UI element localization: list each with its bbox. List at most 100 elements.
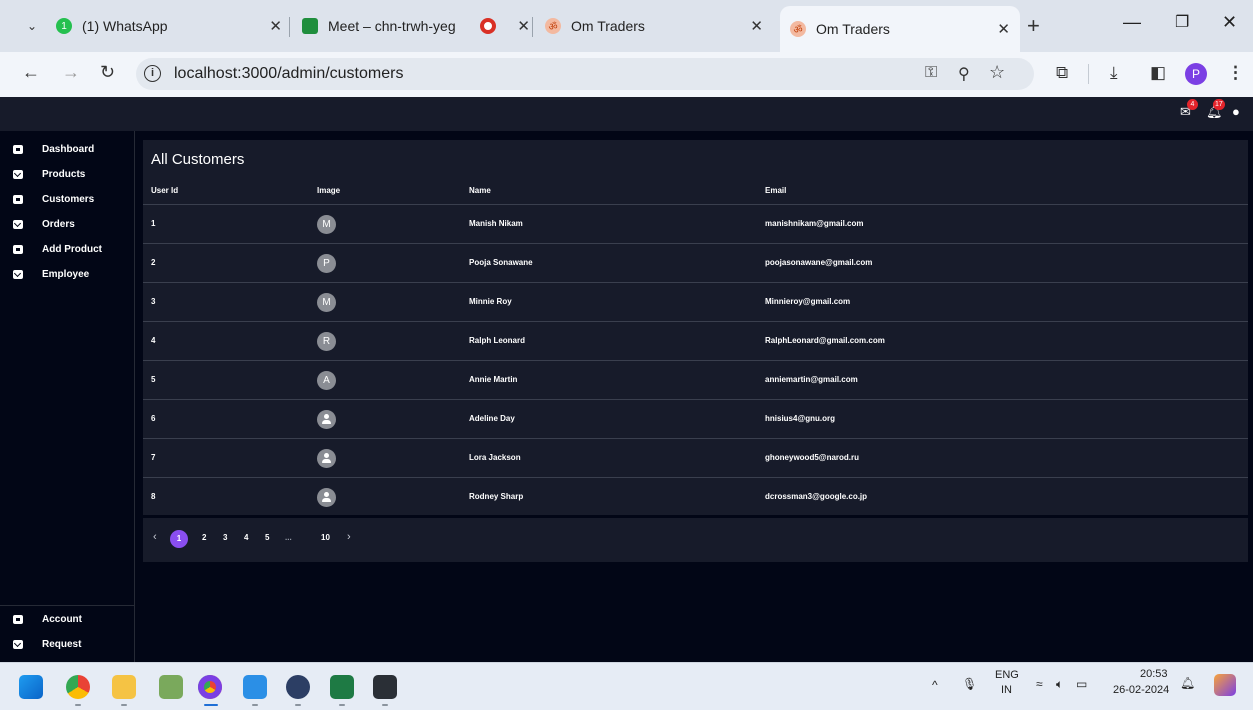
terminal-icon[interactable] — [373, 675, 397, 699]
clock-time[interactable]: 20:53 — [1140, 668, 1168, 680]
sidebar: Dashboard Products Customers Orders Add … — [0, 131, 135, 662]
back-icon[interactable]: ← — [22, 62, 40, 83]
inbox-icon — [13, 194, 23, 204]
table-row[interactable]: 2 P Pooja Sonawane poojasonawane@gmail.c… — [143, 243, 1248, 282]
page-button[interactable]: 3 — [223, 533, 227, 542]
name-cell: Ralph Leonard — [469, 336, 526, 345]
page-button[interactable]: 5 — [265, 533, 269, 542]
user-id-cell: 4 — [151, 336, 156, 345]
table-row[interactable]: 5 A Annie Martin anniemartin@gmail.com — [143, 360, 1248, 399]
sidebar-item-label: Products — [42, 168, 86, 180]
avatar: M — [317, 215, 336, 234]
close-window-icon[interactable]: ✕ — [1222, 12, 1237, 33]
email-cell: poojasonawane@gmail.com — [765, 258, 873, 267]
close-tab-icon[interactable]: ✕ — [750, 17, 763, 35]
prev-page-button[interactable]: ‹ — [153, 531, 157, 543]
browser-toolbar: ← → ↻ i localhost:3000/admin/customers ⚿… — [0, 52, 1253, 97]
name-cell: Annie Martin — [469, 375, 518, 384]
close-tab-icon[interactable]: ✕ — [997, 20, 1010, 38]
language-top[interactable]: ENG — [995, 669, 1019, 681]
inbox-icon — [13, 144, 23, 154]
new-tab-icon[interactable]: + — [1027, 13, 1040, 39]
photos-icon[interactable] — [159, 675, 183, 699]
sidebar-item-add-product[interactable]: Add Product — [0, 239, 134, 259]
table-row[interactable]: 7 Lora Jackson ghoneywood5@narod.ru — [143, 438, 1248, 477]
sidebar-item-request[interactable]: Request — [0, 634, 134, 654]
notification-icon[interactable]: 🔔︎ — [1180, 676, 1195, 690]
running-indicator — [339, 704, 345, 706]
table-row[interactable]: 8 Rodney Sharp dcrossman3@google.co.jp — [143, 477, 1248, 516]
page-button-current[interactable]: 1 — [170, 530, 188, 548]
table-row[interactable]: 3 M Minnie Roy Minnieroy@gmail.com — [143, 282, 1248, 321]
name-cell: Pooja Sonawane — [469, 258, 533, 267]
sidebar-item-customers[interactable]: Customers — [0, 189, 134, 209]
vscode-icon[interactable] — [243, 675, 267, 699]
copilot-icon[interactable] — [1214, 674, 1236, 696]
om-icon: ॐ — [545, 18, 561, 34]
running-indicator — [75, 704, 81, 706]
chrome-icon[interactable] — [66, 675, 90, 699]
column-header-user-id[interactable]: User Id — [151, 186, 178, 195]
address-bar[interactable]: i localhost:3000/admin/customers ⚿ ⚲ ☆ — [136, 58, 1034, 90]
sidebar-item-account[interactable]: Account — [0, 609, 134, 629]
volume-icon[interactable]: 🔈︎ — [1056, 677, 1063, 692]
wifi-icon[interactable]: ≈ — [1036, 677, 1043, 691]
tab-meet[interactable]: Meet – chn-trwh-yeg — [302, 8, 472, 44]
eclipse-icon[interactable] — [286, 675, 310, 699]
sidebar-item-products[interactable]: Products — [0, 164, 134, 184]
side-panel-icon[interactable]: ◧ — [1150, 63, 1166, 83]
language-bottom[interactable]: IN — [1001, 684, 1012, 696]
chrome-profile-icon[interactable] — [198, 675, 222, 699]
tab-title: Meet – chn-trwh-yeg — [328, 18, 456, 34]
customers-panel: All Customers User Id Image Name Email 1… — [143, 140, 1248, 515]
name-cell: Rodney Sharp — [469, 492, 524, 501]
tab-om-traders[interactable]: ॐ Om Traders ✕ — [545, 8, 773, 44]
sidebar-item-employee[interactable]: Employee — [0, 264, 134, 284]
page-button-last[interactable]: 10 — [321, 533, 330, 542]
page-button[interactable]: 2 — [202, 533, 206, 542]
forward-icon[interactable]: → — [62, 62, 80, 83]
mail-icon[interactable]: ✉ 4 — [1180, 99, 1198, 119]
minimize-icon[interactable]: — — [1123, 12, 1141, 33]
tab-separator — [289, 17, 290, 37]
extensions-icon[interactable]: ⧉ — [1056, 63, 1068, 83]
close-tab-icon[interactable]: ✕ — [269, 17, 282, 35]
table-row[interactable]: 6 Adeline Day hnisius4@gnu.org — [143, 399, 1248, 438]
user-id-cell: 7 — [151, 453, 156, 462]
tab-search-chevron-icon[interactable]: ⌄ — [22, 16, 42, 36]
page-button[interactable]: 4 — [244, 533, 248, 542]
zoom-icon[interactable]: ⚲ — [958, 64, 970, 84]
battery-icon[interactable]: ▭ — [1076, 677, 1087, 691]
table-row[interactable]: 4 R Ralph Leonard RalphLeonard@gmail.com… — [143, 321, 1248, 360]
tab-whatsapp[interactable]: 1 (1) WhatsApp ✕ — [56, 8, 292, 44]
notification-bell-icon[interactable]: 🔔︎ 17 — [1206, 99, 1225, 119]
browser-menu-icon[interactable]: ⋮ — [1227, 63, 1244, 83]
site-info-icon[interactable]: i — [144, 65, 161, 82]
sidebar-divider — [0, 605, 134, 606]
excel-icon[interactable] — [330, 675, 354, 699]
table-row[interactable]: 1 M Manish Nikam manishnikam@gmail.com — [143, 204, 1248, 243]
microphone-icon[interactable]: 🎙︎ — [962, 677, 977, 691]
next-page-button[interactable]: › — [347, 531, 351, 543]
password-key-icon[interactable]: ⚿ — [925, 64, 937, 82]
column-header-image[interactable]: Image — [317, 186, 340, 195]
sidebar-item-dashboard[interactable]: Dashboard — [0, 139, 134, 159]
clock-date[interactable]: 26-02-2024 — [1113, 684, 1169, 696]
url-text: localhost:3000/admin/customers — [174, 65, 404, 82]
account-circle-icon[interactable]: ● — [1232, 105, 1248, 119]
tray-chevron-icon[interactable]: ^ — [932, 678, 938, 692]
restore-icon[interactable]: ❐ — [1175, 12, 1189, 32]
profile-avatar[interactable]: P — [1185, 63, 1207, 85]
reload-icon[interactable]: ↻ — [100, 62, 115, 83]
close-tab-icon[interactable]: ✕ — [517, 17, 530, 35]
downloads-icon[interactable]: ⤓ — [1110, 63, 1118, 83]
column-header-name[interactable]: Name — [469, 186, 491, 195]
tab-recording[interactable]: ✕ — [480, 8, 532, 44]
start-windows-icon[interactable] — [19, 675, 43, 699]
running-indicator — [382, 704, 388, 706]
sidebar-item-orders[interactable]: Orders — [0, 214, 134, 234]
bookmark-star-icon[interactable]: ☆ — [989, 62, 1005, 83]
tab-om-traders-active[interactable]: ॐ Om Traders ✕ — [780, 6, 1020, 52]
column-header-email[interactable]: Email — [765, 186, 786, 195]
file-explorer-icon[interactable] — [112, 675, 136, 699]
